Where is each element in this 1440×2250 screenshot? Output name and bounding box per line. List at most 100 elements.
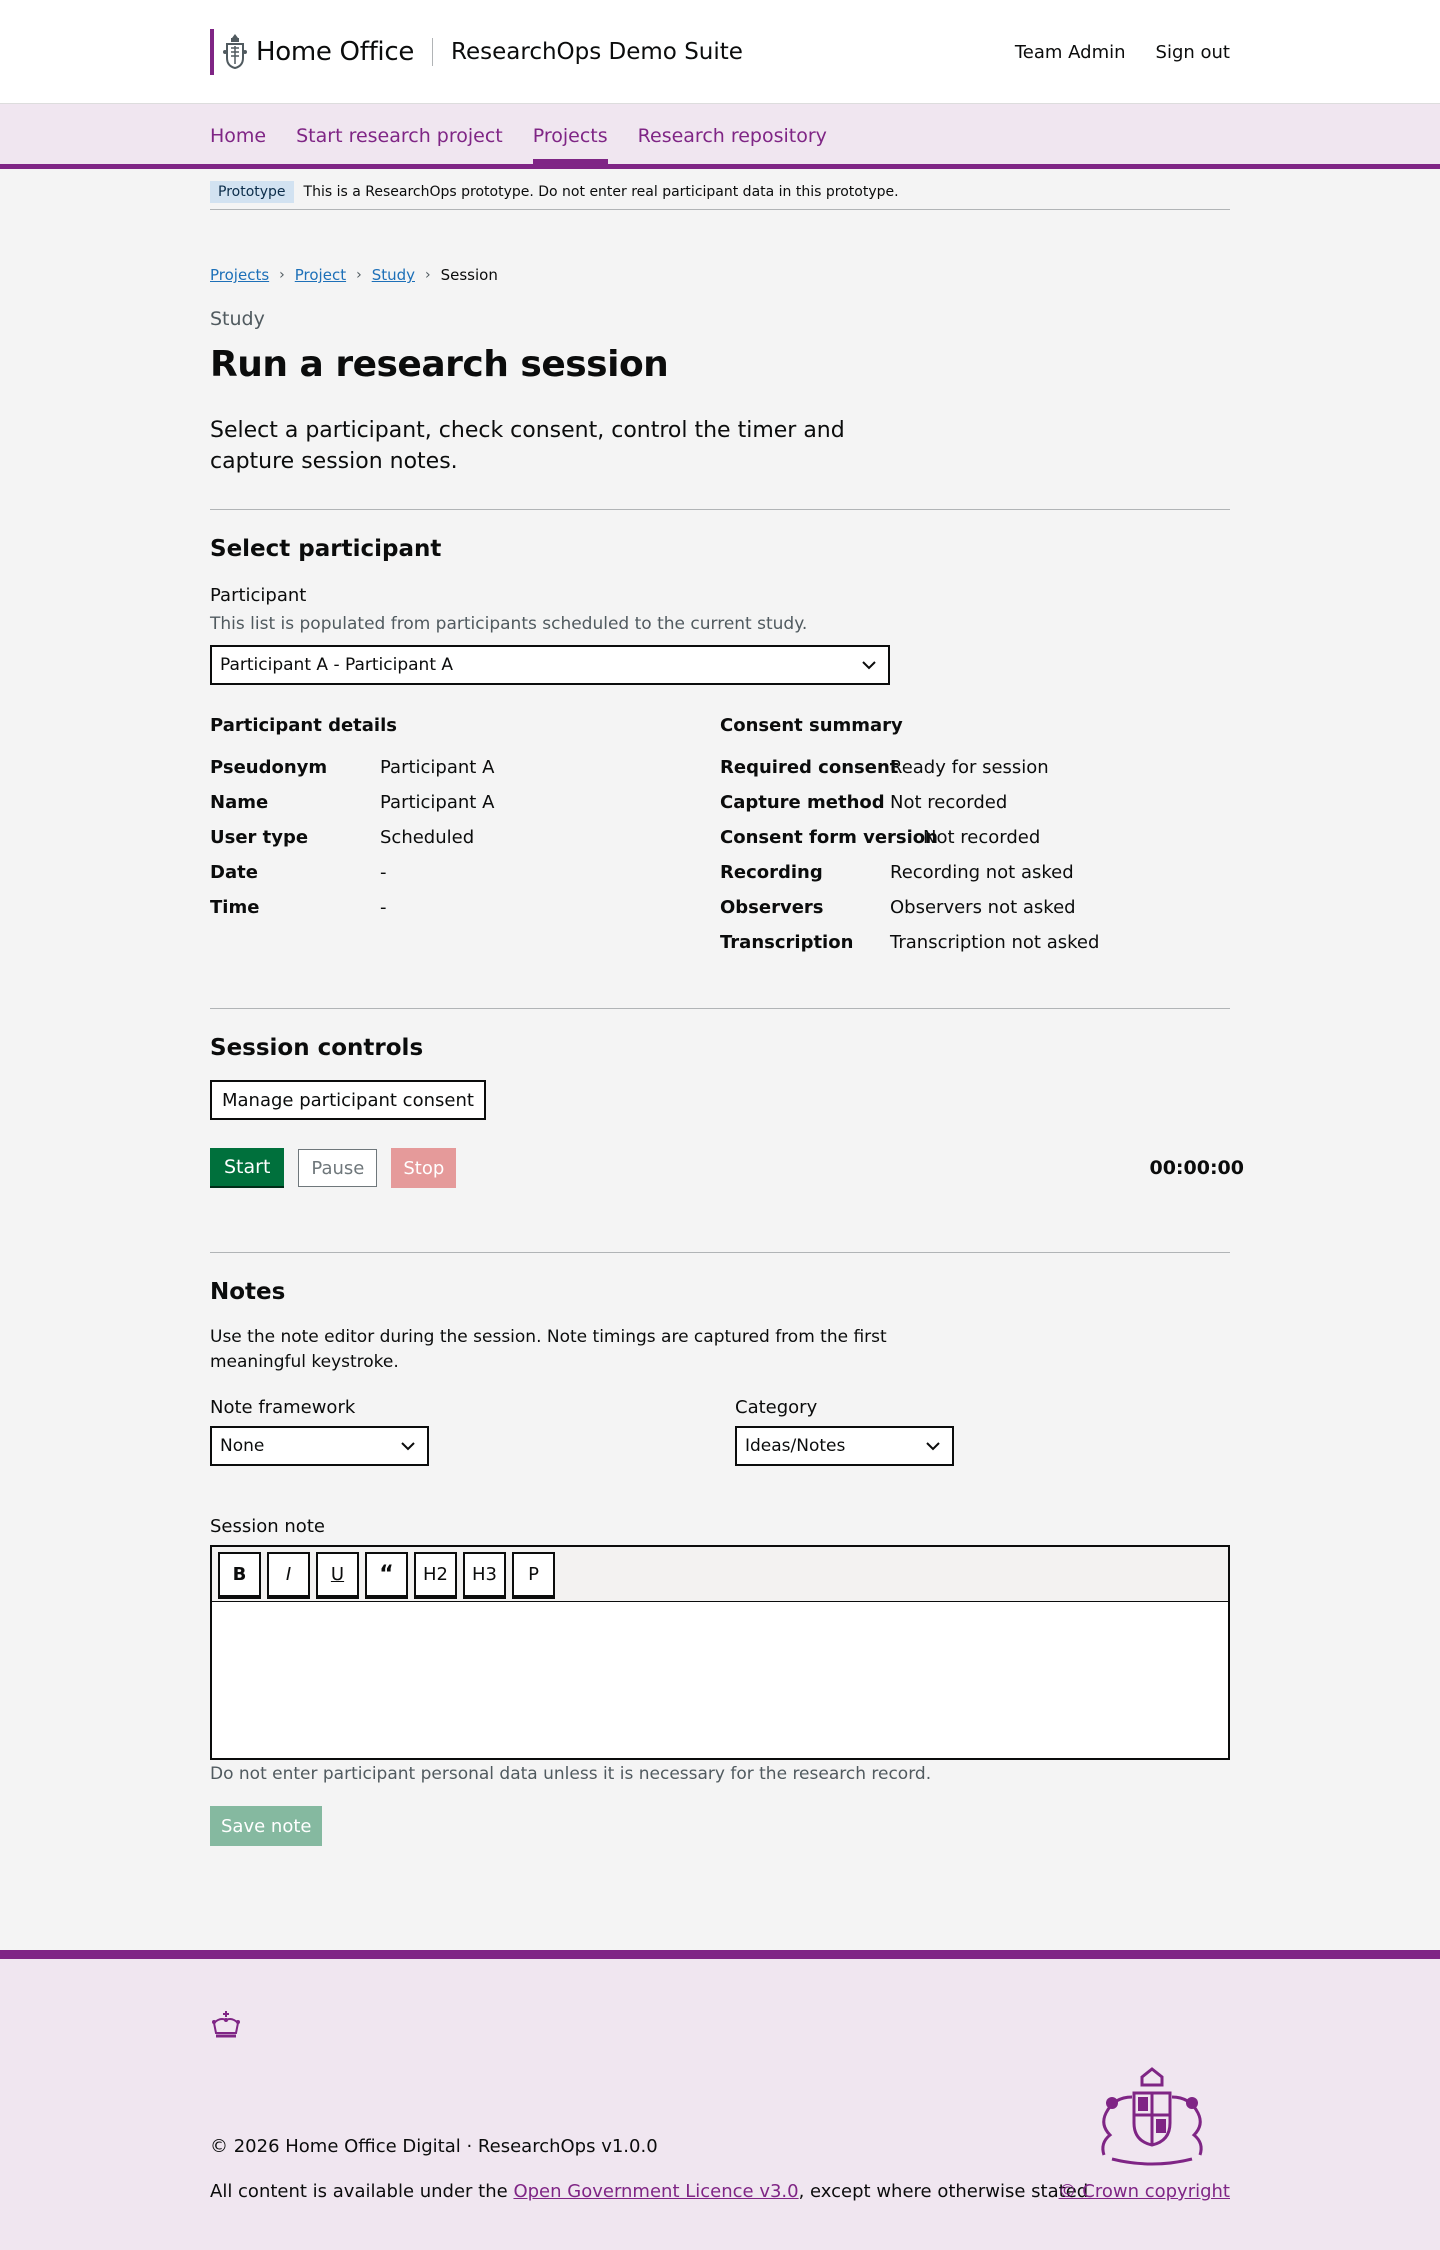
nav-item-research-repository[interactable]: Research repository <box>638 104 827 164</box>
section-divider <box>210 1008 1230 1009</box>
consent-value: Transcription not asked <box>890 932 1100 953</box>
service-name[interactable]: ResearchOps Demo Suite <box>451 39 743 65</box>
bold-button[interactable]: B <box>218 1551 261 1597</box>
consent-key: Transcription <box>720 932 854 953</box>
nav-item-start-research-project[interactable]: Start research project <box>296 104 503 164</box>
consent-value: Observers not asked <box>890 897 1076 918</box>
page-title: Run a research session <box>210 344 669 385</box>
category-group: Category Ideas/Notes <box>735 1397 954 1466</box>
save-note-button[interactable]: Save note <box>210 1806 323 1846</box>
start-button[interactable]: Start <box>210 1148 285 1188</box>
detail-row: Pseudonym Participant A <box>210 750 720 785</box>
section-divider <box>210 1252 1230 1253</box>
consent-row: Observers Observers not asked <box>720 890 1230 925</box>
editor-toolbar: B I U “ H2 H3 P <box>210 1545 1230 1602</box>
framework-group: Note framework None <box>210 1397 735 1466</box>
session-note-editor[interactable] <box>210 1602 1230 1760</box>
manage-consent-button[interactable]: Manage participant consent <box>210 1080 486 1120</box>
nav-item-home[interactable]: Home <box>210 104 266 164</box>
chevron-right-icon: › <box>425 267 431 283</box>
detail-key: Pseudonym <box>210 757 328 778</box>
category-select[interactable]: Ideas/Notes <box>735 1426 954 1466</box>
licence-link[interactable]: Open Government Licence v3.0 <box>513 2181 798 2202</box>
detail-value: Participant A <box>380 757 495 778</box>
brand-separator <box>432 38 434 66</box>
primary-navigation: Home Start research project Projects Res… <box>0 104 1440 169</box>
detail-row: Time - <box>210 890 720 925</box>
paragraph-button[interactable]: P <box>512 1551 555 1597</box>
participant-select[interactable]: Participant A - Participant A <box>210 645 890 685</box>
royal-crest-icon <box>223 34 247 70</box>
chevron-down-icon <box>401 1442 415 1451</box>
detail-value: Participant A <box>380 792 495 813</box>
heading-3-button[interactable]: H3 <box>463 1551 506 1597</box>
phase-text: This is a ResearchOps prototype. Do not … <box>303 183 899 200</box>
chevron-down-icon <box>862 661 876 670</box>
note-options: Note framework None Category Ideas/Notes <box>210 1397 1230 1466</box>
detail-value: Scheduled <box>380 827 475 848</box>
section-divider <box>210 509 1230 510</box>
team-admin-link[interactable]: Team Admin <box>1015 42 1126 63</box>
note-warning: Do not enter participant personal data u… <box>210 1764 932 1784</box>
detail-row: User type Scheduled <box>210 820 720 855</box>
quote-button[interactable]: “ <box>365 1551 408 1597</box>
framework-label: Note framework <box>210 1397 356 1418</box>
participant-details: Participant details Pseudonym Participant… <box>210 715 720 960</box>
italic-button[interactable]: I <box>267 1551 310 1597</box>
brand-name: Home Office <box>256 37 415 67</box>
home-office-logo[interactable]: Home Office <box>210 29 414 75</box>
phase-tag: Prototype <box>210 180 294 203</box>
breadcrumb-projects[interactable]: Projects <box>210 266 269 284</box>
category-select-value: Ideas/Notes <box>745 1436 846 1456</box>
footer-copyright: © 2026 Home Office Digital · ResearchOps… <box>210 2136 658 2157</box>
breadcrumb-project[interactable]: Project <box>295 266 346 284</box>
sign-out-link[interactable]: Sign out <box>1156 42 1230 63</box>
main-content: Projects › Project › Study › Session Stu… <box>210 260 1244 1846</box>
detail-key: Time <box>210 897 260 918</box>
pause-button[interactable]: Pause <box>298 1149 378 1187</box>
participant-consent-grid: Participant details Pseudonym Participant… <box>210 715 1230 960</box>
detail-key: Date <box>210 862 258 883</box>
consent-key: Observers <box>720 897 824 918</box>
chevron-right-icon: › <box>279 267 285 283</box>
site-footer: © 2026 Home Office Digital · ResearchOps… <box>0 1950 1440 2250</box>
consent-value: Recording not asked <box>890 862 1074 883</box>
participant-select-value: Participant A - Participant A <box>220 655 454 675</box>
chevron-right-icon: › <box>356 267 362 283</box>
footer-licence: All content is available under the Open … <box>210 2181 1088 2202</box>
breadcrumb: Projects › Project › Study › Session <box>210 260 1230 290</box>
heading-2-button[interactable]: H2 <box>414 1551 457 1597</box>
participant-hint: This list is populated from participants… <box>210 614 808 634</box>
site-header: Home Office ResearchOps Demo Suite Team … <box>0 0 1440 104</box>
consent-key: Capture method <box>720 792 885 813</box>
page-caption: Study <box>210 308 265 330</box>
underline-button[interactable]: U <box>316 1551 359 1597</box>
participant-label: Participant <box>210 585 307 606</box>
framework-select[interactable]: None <box>210 1426 429 1466</box>
participant-details-heading: Participant details <box>210 715 397 736</box>
licence-text-post: , except where otherwise stated <box>798 2181 1089 2202</box>
consent-summary-heading: Consent summary <box>720 715 903 736</box>
session-timer: 00:00:00 <box>1149 1157 1244 1179</box>
crown-copyright-link[interactable]: © Crown copyright <box>1059 2181 1230 2202</box>
header-links: Team Admin Sign out <box>1015 42 1230 63</box>
stop-button[interactable]: Stop <box>391 1148 457 1188</box>
consent-value: Not recorded <box>890 792 1008 813</box>
notes-heading: Notes <box>210 1279 286 1305</box>
breadcrumb-study[interactable]: Study <box>372 266 415 284</box>
notes-intro: Use the note editor during the session. … <box>210 1327 887 1372</box>
consent-key: Required consent <box>720 757 899 778</box>
breadcrumb-current: Session <box>440 266 498 284</box>
nav-item-projects[interactable]: Projects <box>532 104 608 164</box>
licence-text-pre: All content is available under the <box>210 2181 514 2202</box>
consent-row: Capture method Not recorded <box>720 785 1230 820</box>
page-lead: Select a participant, check consent, con… <box>210 418 845 474</box>
royal-coat-of-arms-icon <box>1101 2067 1203 2166</box>
consent-row: Recording Recording not asked <box>720 855 1230 890</box>
detail-row: Name Participant A <box>210 785 720 820</box>
consent-key: Consent form version <box>720 827 938 848</box>
crown-icon <box>212 2011 240 2038</box>
detail-value: - <box>380 897 387 918</box>
consent-value: Not recorded <box>923 827 1041 848</box>
timer-controls: Start Pause Stop 00:00:00 <box>210 1148 1244 1188</box>
